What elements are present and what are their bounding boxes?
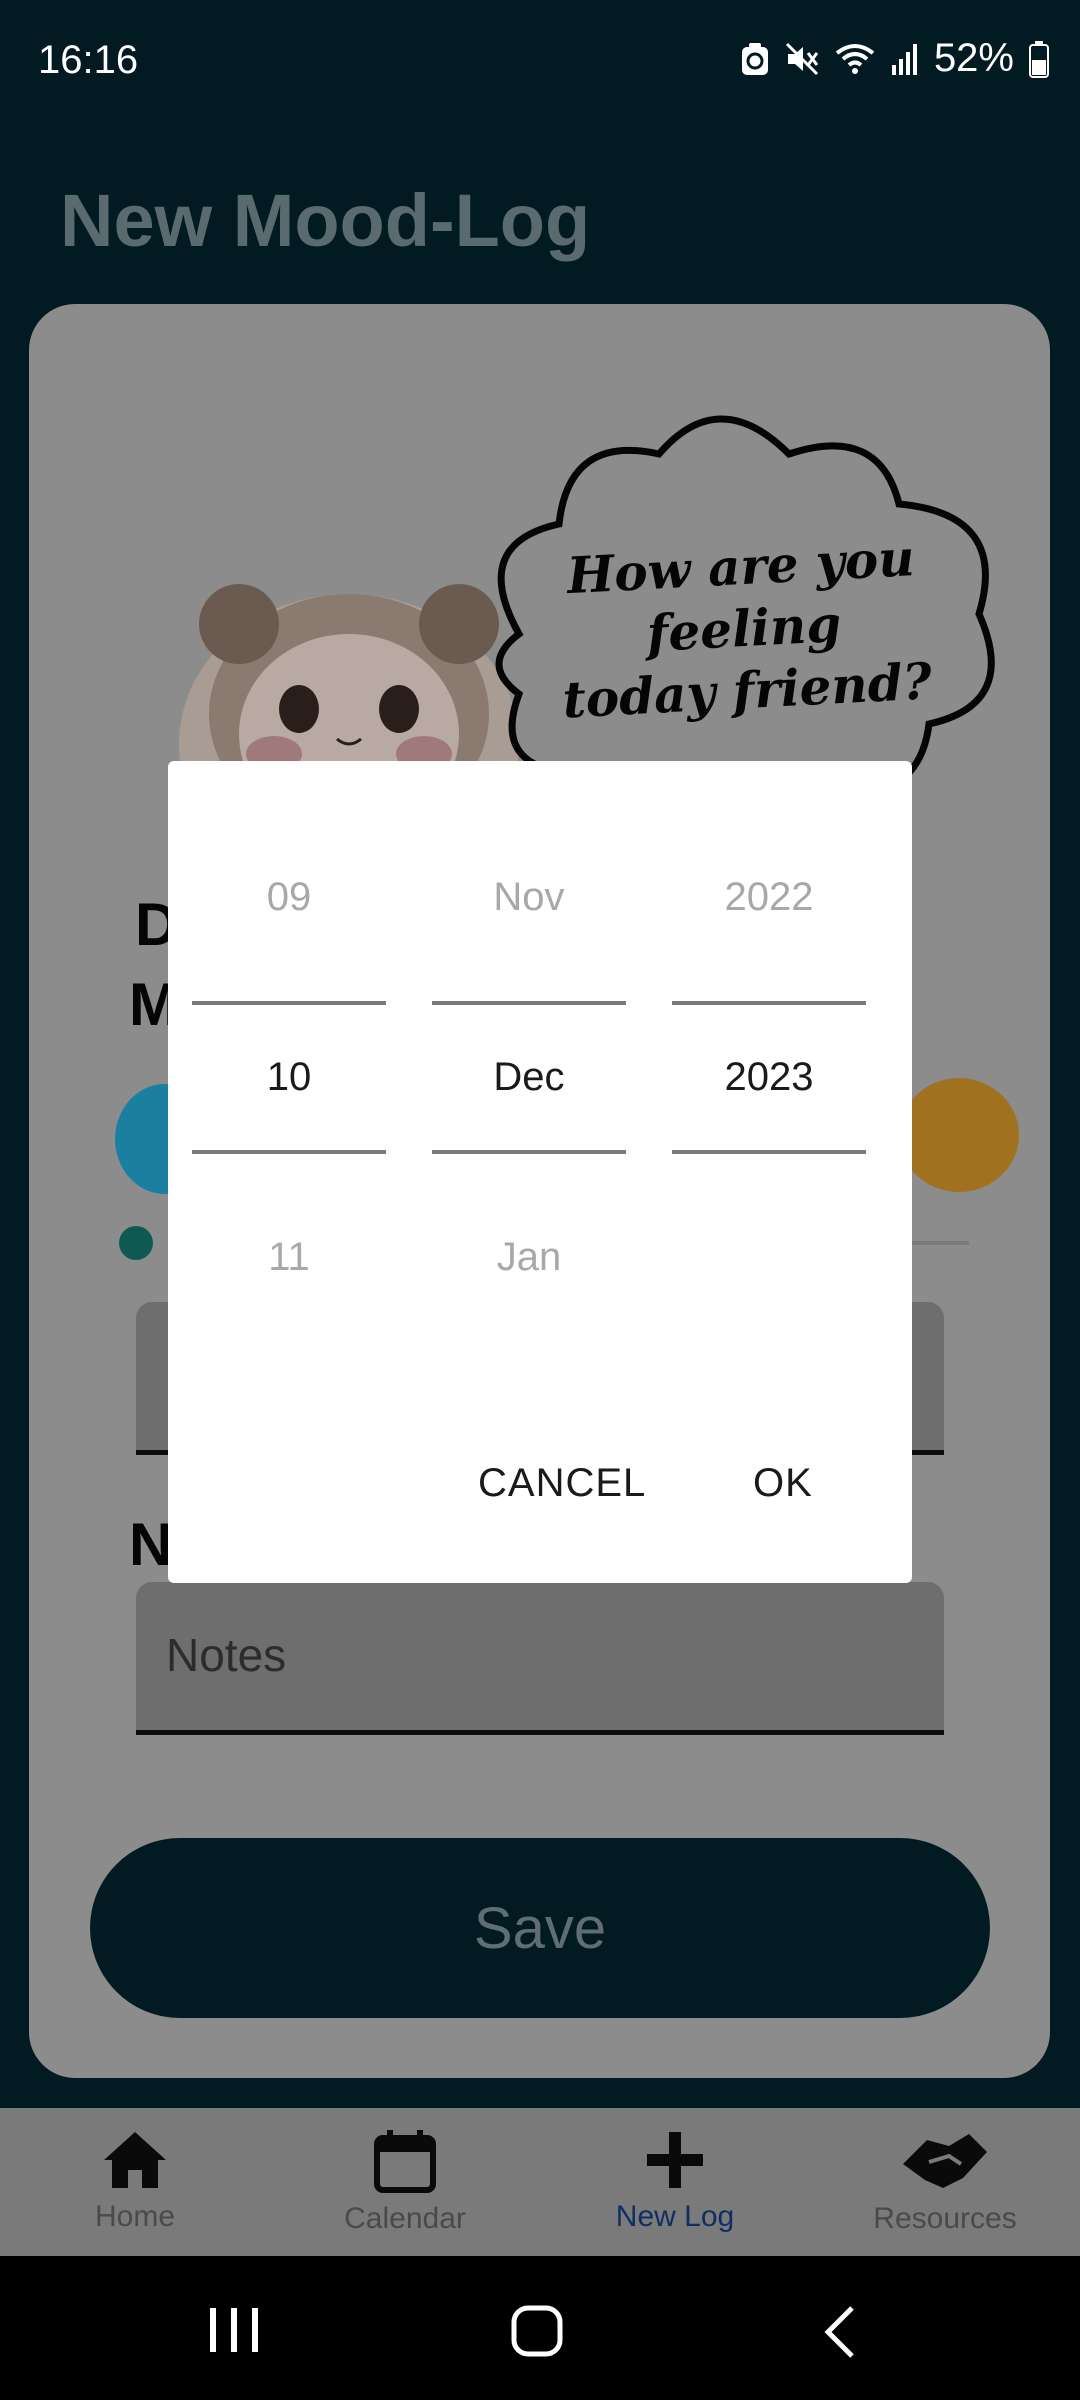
day-next-value[interactable]: 11 bbox=[192, 1235, 386, 1280]
ok-button[interactable]: OK bbox=[753, 1461, 813, 1506]
year-picker[interactable]: 2022 2023 bbox=[672, 761, 866, 1401]
notes-label-partial: N bbox=[129, 1511, 173, 1578]
notes-placeholder: Notes bbox=[166, 1629, 287, 1681]
year-prev-value[interactable]: 2022 bbox=[672, 875, 866, 920]
status-icons: 52% bbox=[740, 36, 1050, 81]
nav-item-calendar[interactable]: Calendar bbox=[270, 2108, 540, 2256]
wifi-icon bbox=[835, 43, 875, 74]
handshake-icon bbox=[903, 2134, 987, 2188]
battery-icon bbox=[1029, 40, 1049, 78]
month-selected-value[interactable]: Dec bbox=[432, 1055, 626, 1100]
status-bar: 16:16 52% bbox=[0, 0, 1080, 120]
speech-bubble-text: How are you feeling today friend? bbox=[509, 524, 978, 734]
calendar-icon bbox=[374, 2130, 436, 2193]
date-picker-dialog: 09 10 11 Nov Dec Jan 2022 2023 CANCEL OK bbox=[168, 761, 912, 1583]
home-button-icon[interactable] bbox=[510, 2304, 564, 2358]
day-selected-value[interactable]: 10 bbox=[192, 1055, 386, 1100]
day-prev-value[interactable]: 09 bbox=[192, 875, 386, 920]
day-divider-top bbox=[192, 1001, 386, 1005]
speech-line-1: How are you feeling bbox=[565, 528, 916, 664]
year-selected-value[interactable]: 2023 bbox=[672, 1055, 866, 1100]
system-navigation-bar bbox=[0, 2256, 1080, 2400]
back-icon[interactable] bbox=[822, 2304, 858, 2360]
day-divider-bottom bbox=[192, 1150, 386, 1154]
month-divider-bottom bbox=[432, 1150, 626, 1154]
status-time: 16:16 bbox=[38, 38, 139, 82]
home-icon bbox=[104, 2132, 166, 2188]
slider-track-end bbox=[909, 1241, 969, 1245]
month-next-value[interactable]: Jan bbox=[432, 1235, 626, 1280]
cancel-button[interactable]: CANCEL bbox=[478, 1461, 646, 1506]
angry-emoji-icon[interactable] bbox=[899, 1078, 1019, 1192]
save-button[interactable]: Save bbox=[90, 1838, 990, 2018]
nav-label-calendar: Calendar bbox=[344, 2202, 466, 2235]
battery-percentage: 52% bbox=[933, 36, 1014, 80]
year-divider-bottom bbox=[672, 1150, 866, 1154]
battery-saver-icon bbox=[741, 42, 768, 75]
plus-icon bbox=[647, 2132, 703, 2188]
month-picker[interactable]: Nov Dec Jan bbox=[432, 761, 626, 1401]
bottom-navigation: Home Calendar New Log Resources bbox=[0, 2108, 1080, 2256]
nav-item-resources[interactable]: Resources bbox=[810, 2108, 1080, 2256]
nav-label-home: Home bbox=[94, 2200, 176, 2233]
month-prev-value[interactable]: Nov bbox=[432, 875, 626, 920]
month-divider-top bbox=[432, 1001, 626, 1005]
mute-icon bbox=[785, 42, 819, 75]
nav-label-resources: Resources bbox=[873, 2202, 1017, 2235]
recent-apps-icon[interactable] bbox=[206, 2306, 262, 2354]
nav-item-new-log[interactable]: New Log bbox=[540, 2108, 810, 2256]
notes-input[interactable]: Notes bbox=[136, 1582, 944, 1735]
year-divider-top bbox=[672, 1001, 866, 1005]
slider-thumb[interactable] bbox=[119, 1226, 153, 1260]
nav-item-home[interactable]: Home bbox=[0, 2108, 270, 2256]
nav-label-new-log: New Log bbox=[615, 2200, 735, 2233]
page-title: New Mood-Log bbox=[60, 179, 591, 262]
signal-icon bbox=[891, 43, 917, 75]
day-picker[interactable]: 09 10 11 bbox=[192, 761, 386, 1401]
